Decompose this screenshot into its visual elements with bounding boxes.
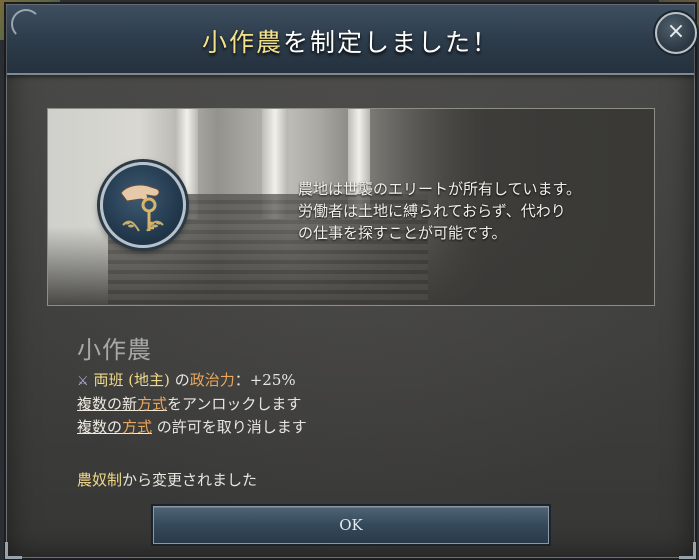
new-methods-link[interactable]: 複数の新方式: [77, 395, 167, 413]
effect-political-power: ⚔ 両班 (地主) の政治力：+25%: [77, 369, 307, 393]
close-icon: ×: [666, 19, 686, 44]
description-line: の仕事を探すことが可能です。: [298, 224, 507, 242]
law-medal-icon: [100, 162, 186, 248]
changed-suffix: から変更されました: [122, 471, 258, 489]
interest-group-link[interactable]: 両班 (地主): [93, 371, 169, 389]
changed-from-text: 農奴制から変更されました: [77, 469, 257, 490]
frame-corner: [679, 542, 696, 559]
effect-revoke-methods: 複数の方式 の許可を取り消します: [77, 416, 307, 439]
dialog-title: 小作農を制定しました！: [7, 23, 694, 59]
effect-suffix: の許可を取り消します: [152, 418, 307, 436]
law-enacted-dialog: 小作農を制定しました！ 農地は世襲のエリートが所有しています。 労働者は土地に縛…: [5, 4, 696, 559]
law-effects: ⚔ 両班 (地主) の政治力：+25% 複数の新方式をアンロックします 複数の方…: [77, 369, 307, 439]
frame-corner: [5, 542, 22, 559]
ok-button[interactable]: OK: [153, 506, 549, 544]
close-button[interactable]: ×: [655, 12, 697, 54]
title-text: を制定しました！: [283, 28, 500, 57]
frame-ornament-icon: [11, 9, 41, 39]
effect-suffix: をアンロックします: [167, 395, 302, 413]
effect-connector: の: [169, 371, 190, 389]
description-line: 農地は世襲のエリートが所有しています。: [298, 180, 582, 198]
law-name: 小作農: [77, 336, 152, 364]
political-power-stat[interactable]: 政治力: [190, 371, 235, 389]
effect-unlock-methods: 複数の新方式をアンロックします: [77, 393, 307, 416]
methods-link[interactable]: 複数の方式: [77, 418, 152, 436]
previous-law-link[interactable]: 農奴制: [77, 471, 122, 489]
dialog-header: 小作農を制定しました！: [7, 5, 694, 75]
description-line: 労働者は土地に縛られておらず、代わり: [298, 202, 566, 220]
effect-value: ：+25%: [234, 371, 296, 389]
title-law-name: 小作農: [201, 28, 283, 57]
event-illustration-panel: 農地は世襲のエリートが所有しています。 労働者は土地に縛られておらず、代わり の…: [47, 108, 655, 306]
interest-group-icon: ⚔: [77, 374, 89, 389]
event-description: 農地は世襲のエリートが所有しています。 労働者は土地に縛られておらず、代わり の…: [298, 178, 638, 244]
hand-key-icon: [120, 184, 164, 232]
